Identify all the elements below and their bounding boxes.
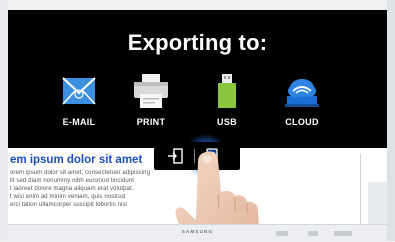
export-option-label: CLOUD bbox=[285, 117, 319, 127]
export-option-cloud[interactable]: CLOUD bbox=[272, 74, 332, 127]
frame-indicator bbox=[334, 231, 352, 236]
cloud-icon bbox=[284, 74, 320, 108]
frame-indicator bbox=[308, 231, 318, 236]
usb-icon bbox=[209, 74, 245, 108]
document-line: t laoreet dolore magna aliquam erat volu… bbox=[10, 186, 134, 192]
overlay-title: Exporting to: bbox=[127, 30, 268, 55]
document-line: orem ipsum dolor sit amet, consectetuer … bbox=[10, 170, 151, 176]
export-option-label: PRINT bbox=[136, 117, 166, 127]
frame-indicator bbox=[276, 231, 288, 236]
export-option-label: E-MAIL bbox=[62, 117, 96, 127]
display-screen: em ipsum dolor sit amet orem ipsum dolor… bbox=[8, 10, 387, 224]
document-line: t wisi enim ad minim veniam, quis nostru… bbox=[10, 194, 126, 200]
export-option-usb[interactable]: USB bbox=[197, 74, 257, 127]
export-option-email[interactable]: E-MAIL bbox=[49, 74, 109, 127]
brand-logo: SAMSUNG bbox=[181, 229, 214, 234]
export-option-print[interactable]: PRINT bbox=[121, 74, 181, 127]
display-frame-bottom: SAMSUNG bbox=[8, 224, 387, 242]
display-bezel-left bbox=[0, 0, 8, 241]
hand-pointer bbox=[175, 151, 259, 224]
email-icon bbox=[61, 74, 97, 108]
document-line: lit sed diam nonummy nibh euismod tincid… bbox=[10, 178, 135, 184]
document-divider bbox=[360, 154, 361, 224]
document-heading: em ipsum dolor sit amet bbox=[10, 154, 143, 166]
printer-icon bbox=[133, 74, 169, 108]
export-option-label: USB bbox=[217, 117, 237, 127]
export-overlay: Exporting to: E-MAIL PRINT USB CLOUD bbox=[8, 10, 387, 148]
display-bezel-right bbox=[387, 0, 395, 241]
side-panel bbox=[368, 182, 387, 224]
display-bezel-top bbox=[0, 0, 395, 10]
document-line: erci tation ullamcorper suscipit loborti… bbox=[10, 202, 127, 208]
